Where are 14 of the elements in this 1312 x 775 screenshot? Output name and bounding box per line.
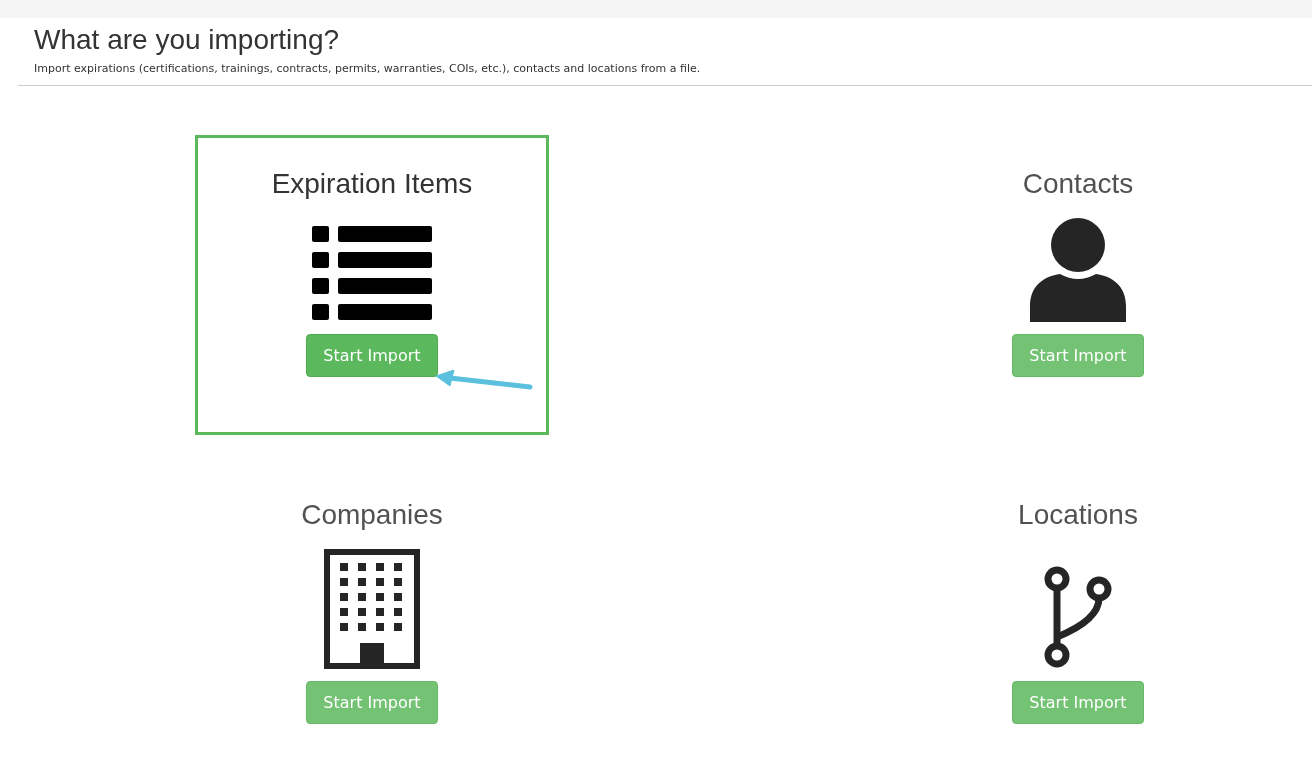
branch-icon <box>1043 565 1113 669</box>
list-icon <box>312 226 432 322</box>
start-import-button[interactable]: Start Import <box>1012 334 1144 377</box>
start-import-button[interactable]: Start Import <box>306 681 438 724</box>
start-import-button[interactable]: Start Import <box>1012 681 1144 724</box>
page-subtitle: Import expirations (certifications, trainings, contracts, permits, warranties, COIs, etc.), contacts and locations from a file. <box>34 62 702 75</box>
start-import-button[interactable]: Start Import <box>306 334 438 377</box>
import-type-title: Expiration Items <box>271 168 473 200</box>
building-icon <box>324 549 420 669</box>
import-type-title: Companies <box>301 499 443 531</box>
import-type-title: Contacts <box>1022 168 1134 200</box>
import-type-title: Locations <box>1018 499 1138 531</box>
person-icon <box>1030 218 1126 322</box>
page-title: What are you importing? <box>34 24 341 56</box>
